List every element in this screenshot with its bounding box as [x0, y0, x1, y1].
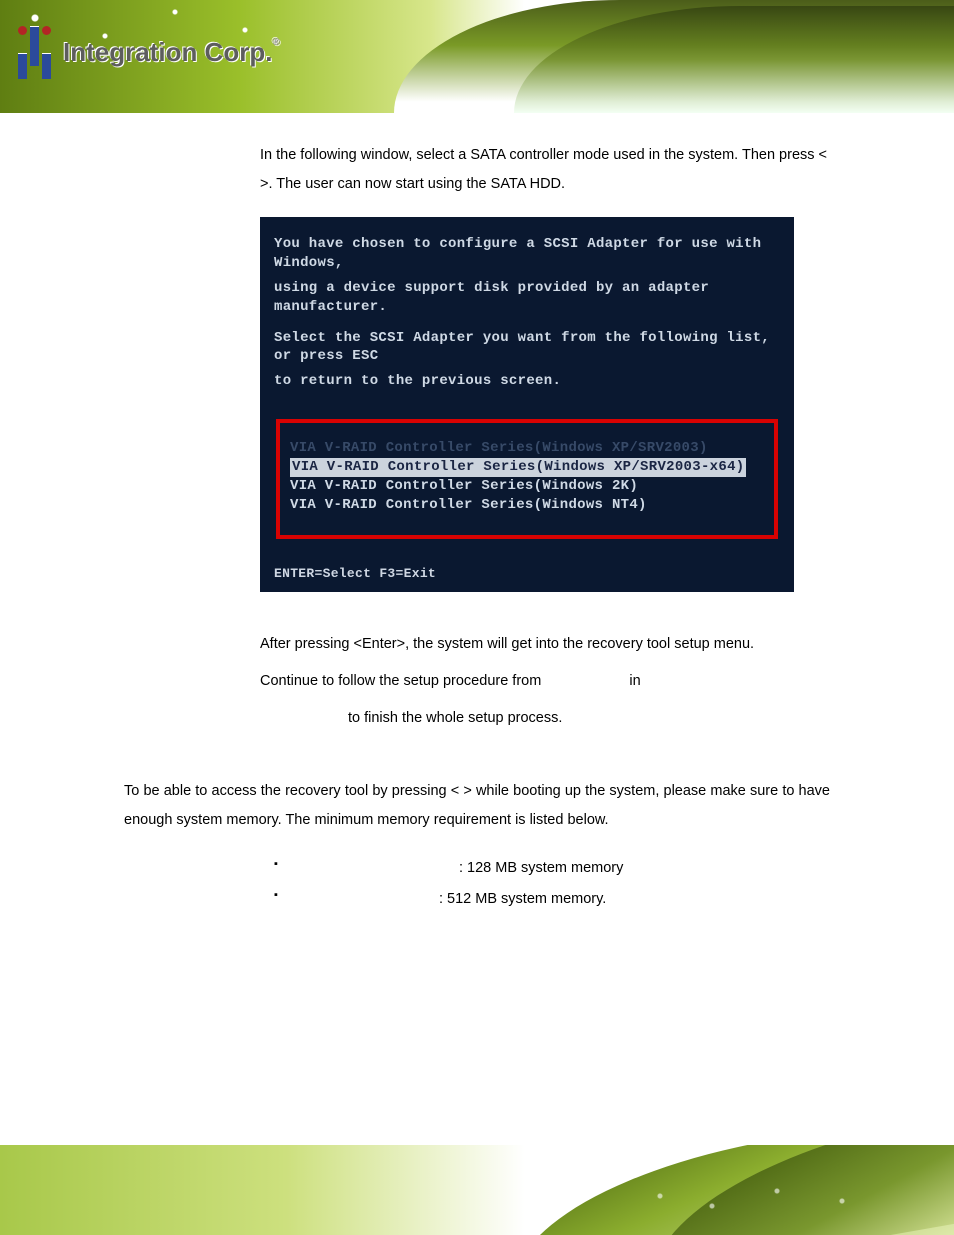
footer-dots [634, 1171, 894, 1221]
document-page: Integration Corp.® In the following wind… [0, 0, 954, 1235]
bios-line: You have chosen to configure a SCSI Adap… [274, 235, 780, 273]
controller-option: VIA V-RAID Controller Series(Windows NT4… [290, 496, 764, 515]
memory-item: : 512 MB system memory. [274, 884, 830, 914]
step-7-fragment: Continue to follow the setup procedure f… [260, 673, 541, 689]
logo-text: Integration Corp.® [63, 37, 280, 68]
sata-select-screenshot: You have chosen to configure a SCSI Adap… [260, 217, 794, 592]
memory-requirements-list: : 128 MB system memory : 512 MB system m… [124, 853, 830, 914]
bios-line: to return to the previous screen. [274, 372, 780, 391]
page-header-banner: Integration Corp.® [0, 0, 954, 113]
controller-option-highlighted: VIA V-RAID Controller Series(Windows XP/… [290, 458, 746, 477]
step-6-block: In the following window, select a SATA c… [124, 141, 830, 199]
body-content: In the following window, select a SATA c… [0, 113, 954, 733]
step-7-fragment: in [629, 673, 640, 689]
bios-footer: ENTER=Select F3=Exit [274, 565, 780, 583]
logo-mark [18, 26, 51, 79]
controller-option: VIA V-RAID Controller Series(Windows XP/… [290, 439, 764, 458]
memory-item: : 128 MB system memory [274, 853, 830, 883]
selection-box: VIA V-RAID Controller Series(Windows XP/… [276, 419, 778, 539]
step-7-text: Continue to follow the setup procedure f… [260, 667, 830, 696]
step-6-text: In the following window, select a SATA c… [260, 141, 830, 199]
step-7-text: After pressing <Enter>, the system will … [260, 630, 830, 659]
logo-dot-icon [18, 26, 27, 35]
memory-intro: To be able to access the recovery tool b… [124, 777, 830, 835]
memory-section: To be able to access the recovery tool b… [0, 777, 954, 914]
controller-option: VIA V-RAID Controller Series(Windows 2K) [290, 477, 764, 496]
bios-line: Select the SCSI Adapter you want from th… [274, 329, 780, 367]
step-7-block: After pressing <Enter>, the system will … [124, 630, 830, 733]
company-logo: Integration Corp.® [18, 26, 280, 78]
bios-line: using a device support disk provided by … [274, 279, 780, 317]
step-7-text: to finish the whole setup process. [260, 704, 830, 733]
page-footer-banner [0, 1145, 954, 1235]
bios-screen: You have chosen to configure a SCSI Adap… [260, 217, 794, 592]
logo-dot-icon [42, 26, 51, 35]
section-spacer [0, 741, 954, 777]
